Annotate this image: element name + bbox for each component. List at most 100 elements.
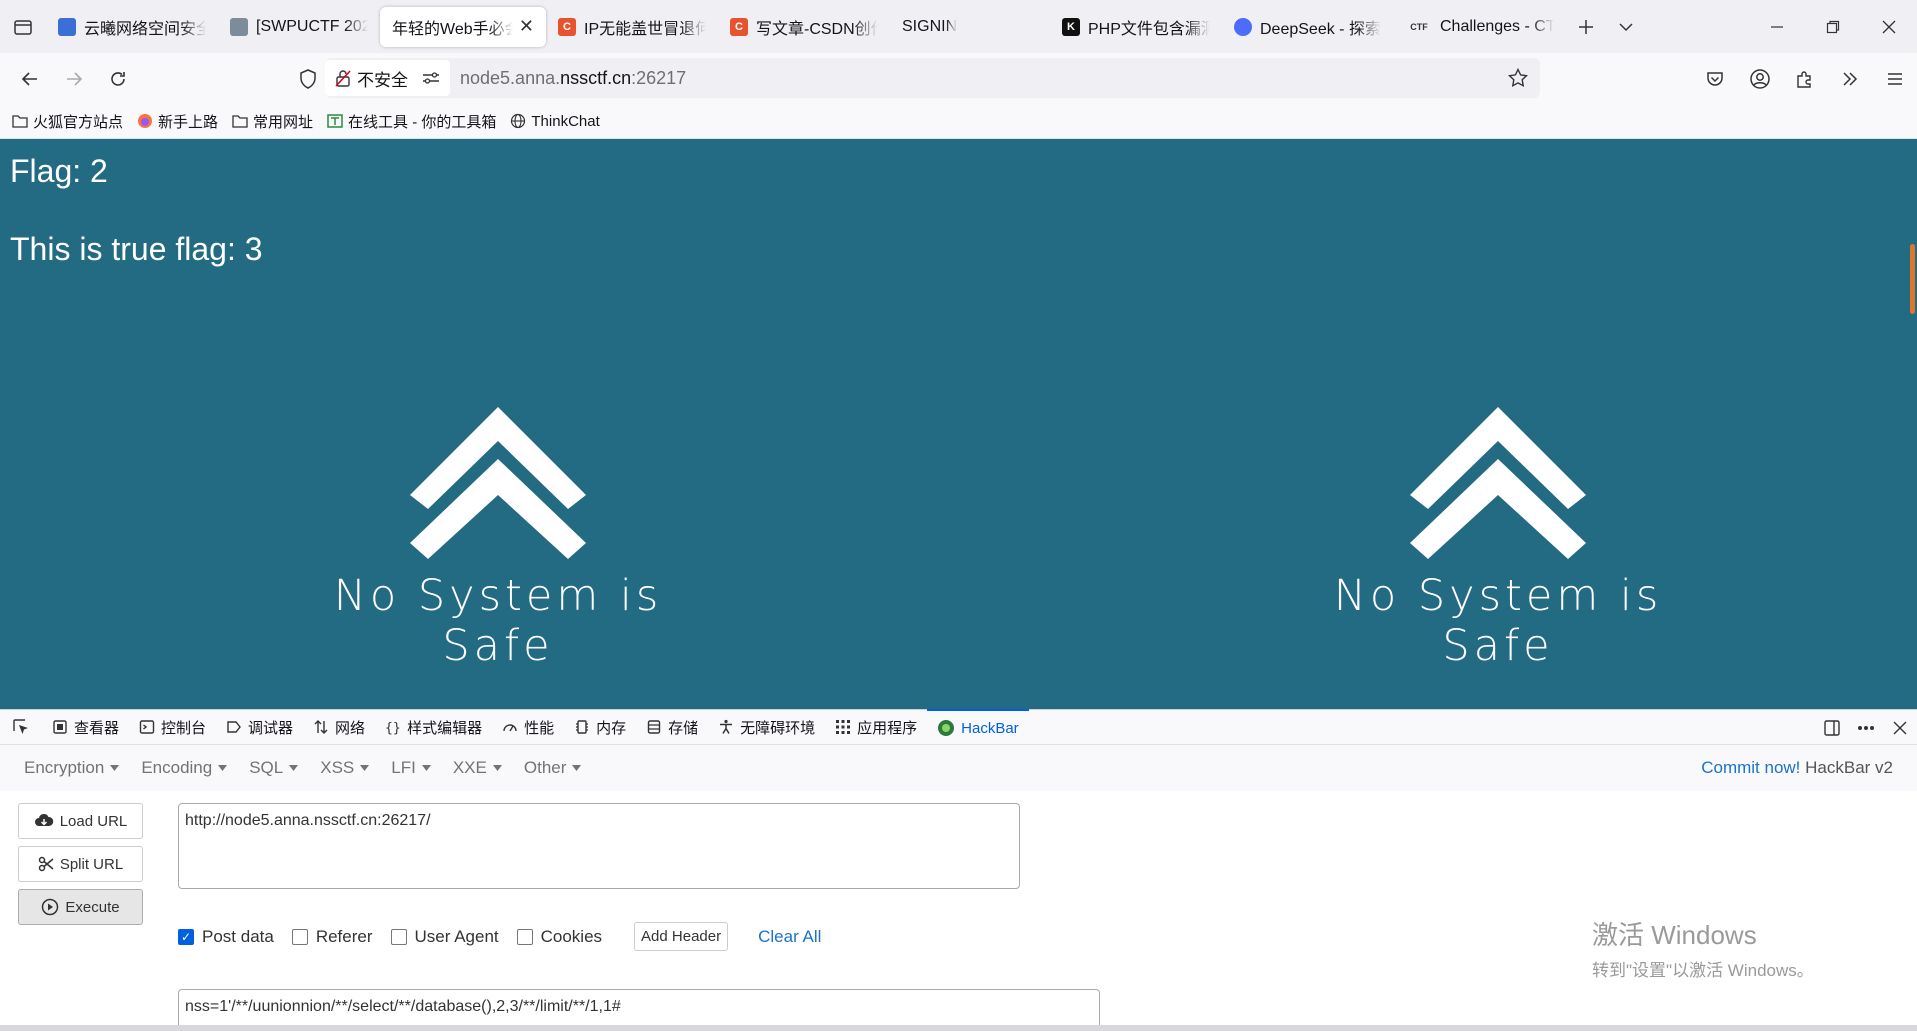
tab-strip: 云曦网络空间安全 [SWPUCTF 2022 年轻的Web手必会 ✕ C IP无能盖世冒退… <box>0 0 1917 53</box>
hackbar-menu-xxe[interactable]: XXE <box>453 758 502 778</box>
picker-icon <box>13 719 28 734</box>
console-icon <box>139 719 155 735</box>
devtools-tab[interactable]: {} 样式编辑器 <box>375 709 492 745</box>
more-tools-button[interactable] <box>1827 70 1872 88</box>
devtools-tab-label: HackBar <box>961 719 1019 737</box>
split-url-button[interactable]: Split URL <box>18 846 143 882</box>
browser-tab[interactable]: 云曦网络空间安全 <box>46 7 218 47</box>
close-tab-icon[interactable]: ✕ <box>519 16 534 37</box>
account-button[interactable] <box>1737 68 1782 90</box>
list-all-tabs-button[interactable] <box>1606 19 1646 35</box>
bookmark-label: ThinkChat <box>531 112 600 130</box>
tab-title: [SWPUCTF 2022 <box>256 17 368 35</box>
devtools-tab[interactable]: 调试器 <box>216 709 303 745</box>
browser-tab[interactable]: CTF Challenges - CTF <box>1394 7 1566 47</box>
restore-button[interactable] <box>1805 0 1861 53</box>
caret-down-icon <box>421 762 431 774</box>
hackbar-menu-other[interactable]: Other <box>524 758 582 778</box>
post-data-checkbox[interactable]: ✓ <box>178 928 194 945</box>
bookmark-item[interactable]: 在线工具 - 你的工具箱 <box>327 111 496 132</box>
bookmark-star-button[interactable] <box>1507 67 1529 93</box>
referer-checkbox[interactable] <box>291 928 308 945</box>
bookmark-item[interactable]: ThinkChat <box>510 112 600 130</box>
devtools-tab-label: 存储 <box>668 719 699 737</box>
star-icon <box>1507 67 1529 87</box>
user-agent-checkbox[interactable] <box>390 928 407 945</box>
hackbar-menu-encryption[interactable]: Encryption <box>24 758 120 778</box>
new-tab-button[interactable] <box>1566 19 1606 35</box>
browser-tab[interactable]: DeepSeek - 探索 <box>1222 7 1394 47</box>
toolbox-icon <box>327 113 343 129</box>
browser-tab[interactable]: SIGNIN <box>890 7 1050 47</box>
devtools-tab[interactable]: 内存 <box>564 709 636 745</box>
devtools-tab[interactable]: HackBar <box>927 709 1029 745</box>
url-textarea[interactable]: http://node5.anna.nssctf.cn:26217/ <box>178 803 1020 889</box>
back-button[interactable] <box>8 59 52 99</box>
devtools-tab-label: 应用程序 <box>857 719 918 737</box>
close-window-button[interactable] <box>1861 0 1917 53</box>
load-url-button[interactable]: Load URL <box>18 803 143 839</box>
page-scrollbar[interactable] <box>1910 244 1915 314</box>
cookies-option[interactable]: Cookies <box>516 926 603 947</box>
devtools-tab[interactable]: 应用程序 <box>825 709 927 745</box>
commit-now-link[interactable]: Commit now! <box>1701 758 1800 777</box>
hackbar-menu-xss[interactable]: XSS <box>320 758 370 778</box>
bookmark-item[interactable]: 火狐官方站点 <box>12 111 123 132</box>
extensions-button[interactable] <box>1782 69 1827 89</box>
insecure-lock-icon <box>335 70 351 87</box>
browser-tab[interactable]: 年轻的Web手必会 ✕ <box>380 6 546 47</box>
devtools-tab[interactable]: 存储 <box>636 709 708 745</box>
forward-button[interactable] <box>52 59 96 99</box>
tracking-protection-button[interactable] <box>286 59 330 99</box>
devtools-tab[interactable]: 网络 <box>303 709 375 745</box>
bookmark-item[interactable]: 常用网址 <box>232 111 313 132</box>
hackbar-menu-encoding[interactable]: Encoding <box>141 758 228 778</box>
tab-favicon-icon <box>1234 17 1252 36</box>
firefox-icon <box>137 113 153 129</box>
user-agent-option[interactable]: User Agent <box>390 927 499 947</box>
minimize-button[interactable] <box>1749 0 1805 53</box>
tab-title: PHP文件包含漏洞 <box>1088 20 1210 38</box>
url-bar[interactable]: 不安全 node5.anna.nssctf.cn:26217 <box>325 58 1540 98</box>
hackbar-menu-label: Other <box>523 758 567 777</box>
browser-tab[interactable]: K PHP文件包含漏洞 <box>1050 7 1222 47</box>
hackbar-menu-lfi[interactable]: LFI <box>391 758 431 778</box>
inspector-icon <box>52 719 68 735</box>
browser-tab[interactable]: [SWPUCTF 2022 <box>218 7 380 47</box>
clear-all-link[interactable]: Clear All <box>758 927 821 947</box>
devtools-tab[interactable]: 控制台 <box>129 709 216 745</box>
browser-tab[interactable]: C IP无能盖世冒退何 <box>546 7 718 47</box>
close-devtools-button[interactable] <box>1883 721 1917 735</box>
post-data-label: Post data <box>202 926 274 946</box>
cookies-checkbox[interactable] <box>516 928 533 945</box>
devtools-tab[interactable]: 性能 <box>492 709 564 745</box>
dock-button[interactable] <box>1815 719 1849 737</box>
app-menu-button[interactable] <box>1872 71 1917 87</box>
execute-button[interactable]: Execute <box>18 889 143 925</box>
url-text[interactable]: node5.anna.nssctf.cn:26217 <box>460 68 686 89</box>
tab-title: IP无能盖世冒退何 <box>584 20 706 38</box>
element-picker-button[interactable] <box>0 709 42 745</box>
arrow-right-icon <box>67 71 83 86</box>
hackbar-menu-sql[interactable]: SQL <box>249 758 299 778</box>
reload-button[interactable] <box>96 59 140 99</box>
cookies-label: Cookies <box>540 926 603 946</box>
devtools-tab[interactable]: 无障碍环境 <box>708 709 825 745</box>
post-data-option[interactable]: ✓ Post data <box>178 927 274 947</box>
devtools-options-button[interactable] <box>1849 725 1883 731</box>
devtools-tab[interactable]: 查看器 <box>42 709 129 745</box>
split-url-label: Split URL <box>59 855 124 873</box>
caret-down-icon <box>110 762 120 774</box>
tab-title: 云曦网络空间安全 <box>84 20 206 38</box>
bookmark-item[interactable]: 新手上路 <box>137 111 218 132</box>
account-icon <box>1749 68 1770 89</box>
pocket-button[interactable] <box>1692 69 1737 89</box>
devtools-tab-label: 网络 <box>335 719 366 737</box>
browser-tab[interactable]: C 写文章-CSDN创作 <box>718 7 890 47</box>
site-security-indicator[interactable]: 不安全 <box>325 60 450 96</box>
add-header-button[interactable]: Add Header <box>634 922 729 951</box>
referer-option[interactable]: Referer <box>291 927 373 947</box>
firefox-view-button[interactable] <box>0 0 46 53</box>
devtools-tab-label: 调试器 <box>248 719 294 737</box>
devtools-toolbar: 查看器 控制台 调试器 网络 {} 样式编辑器 性能 内存 存储 无障碍环境 应用程序 HackBar <box>0 709 1917 745</box>
